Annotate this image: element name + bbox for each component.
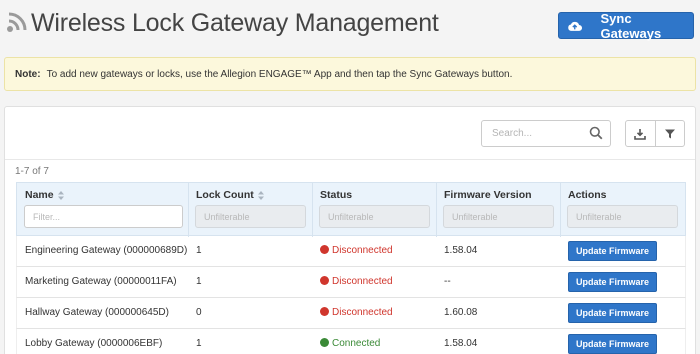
- status-text: Connected: [332, 338, 381, 349]
- column-label: Status: [320, 189, 353, 201]
- search-icon[interactable]: [589, 126, 603, 140]
- page-header: Wireless Lock Gateway Management Sync Ga…: [0, 0, 700, 50]
- lock-count: 1: [196, 338, 202, 349]
- status-badge: Connected: [320, 338, 380, 349]
- status-text: Disconnected: [332, 245, 393, 256]
- firmware-version: 1.60.08: [444, 307, 478, 318]
- status-badge: Disconnected: [320, 245, 393, 256]
- filter-icon: [664, 129, 675, 138]
- column-header-name[interactable]: Name: [25, 189, 64, 201]
- column-header-firmware: Firmware Version: [444, 189, 532, 201]
- lock-count: 1: [196, 245, 202, 256]
- column-separator: [312, 183, 313, 237]
- cloud-upload-icon: [568, 21, 583, 31]
- table-row: Hallway Gateway (000000645D) 0 Disconnec…: [16, 298, 686, 329]
- info-note: Note: To add new gateways or locks, use …: [4, 57, 696, 91]
- update-firmware-button[interactable]: Update Firmware: [568, 272, 657, 292]
- table-row: Marketing Gateway (00000011FA) 1 Disconn…: [16, 267, 686, 298]
- status-badge: Disconnected: [320, 307, 393, 318]
- status-dot-icon: [320, 276, 329, 285]
- gateway-name: Hallway Gateway (000000645D): [25, 307, 169, 318]
- firmware-version: 1.58.04: [444, 245, 478, 256]
- filter-button[interactable]: [654, 121, 684, 146]
- download-button[interactable]: [626, 121, 655, 146]
- sort-icon: [257, 190, 264, 200]
- table-row: Lobby Gateway (0000006EBF) 1 Connected 1…: [16, 329, 686, 354]
- gateway-name: Marketing Gateway (00000011FA): [25, 276, 177, 287]
- lock-count: 0: [196, 307, 202, 318]
- note-text: To add new gateways or locks, use the Al…: [46, 68, 513, 80]
- column-header-status: Status: [320, 189, 352, 201]
- column-header-lock-count[interactable]: Lock Count: [196, 189, 264, 201]
- toolbar-divider: [5, 159, 695, 160]
- column-label: Firmware Version: [444, 189, 532, 201]
- status-dot-icon: [320, 338, 329, 347]
- table-header: Name Lock Count Status Firmware Version …: [16, 182, 686, 237]
- sync-gateways-label: Sync Gateways: [600, 10, 662, 41]
- actions-filter-input: [567, 205, 678, 228]
- update-firmware-button[interactable]: Update Firmware: [568, 334, 657, 354]
- note-label: Note:: [15, 68, 41, 80]
- status-text: Disconnected: [332, 307, 393, 318]
- column-label: Lock Count: [196, 189, 254, 201]
- gateways-panel: 1-7 of 7 Name Lock Count Status Firmware…: [4, 106, 696, 354]
- sort-icon: [57, 190, 64, 200]
- column-header-actions: Actions: [568, 189, 607, 201]
- column-separator: [188, 183, 189, 237]
- status-text: Disconnected: [332, 276, 393, 287]
- update-firmware-button[interactable]: Update Firmware: [568, 303, 657, 323]
- column-label: Actions: [568, 189, 607, 201]
- firmware-version: 1.58.04: [444, 338, 478, 349]
- result-count: 1-7 of 7: [15, 166, 49, 177]
- lock-count-filter-input: [195, 205, 306, 228]
- gateways-table: Name Lock Count Status Firmware Version …: [16, 182, 686, 354]
- sync-gateways-button[interactable]: Sync Gateways: [558, 10, 694, 41]
- gateway-name: Engineering Gateway (000000689D): [25, 245, 188, 256]
- column-separator: [560, 183, 561, 237]
- column-separator: [436, 183, 437, 237]
- page-title: Wireless Lock Gateway Management: [31, 9, 439, 37]
- column-label: Name: [25, 189, 54, 201]
- gateway-name: Lobby Gateway (0000006EBF): [25, 338, 163, 349]
- signal-icon: [7, 12, 27, 32]
- status-filter-input: [319, 205, 430, 228]
- lock-count: 1: [196, 276, 202, 287]
- status-badge: Disconnected: [320, 276, 393, 287]
- name-filter-input[interactable]: [24, 205, 183, 228]
- table-row: Engineering Gateway (000000689D) 1 Disco…: [16, 236, 686, 267]
- download-icon: [634, 128, 647, 140]
- firmware-filter-input: [443, 205, 554, 228]
- status-dot-icon: [320, 245, 329, 254]
- update-firmware-button[interactable]: Update Firmware: [568, 241, 657, 261]
- status-dot-icon: [320, 307, 329, 316]
- table-actions: [625, 120, 685, 147]
- firmware-version: --: [444, 276, 451, 287]
